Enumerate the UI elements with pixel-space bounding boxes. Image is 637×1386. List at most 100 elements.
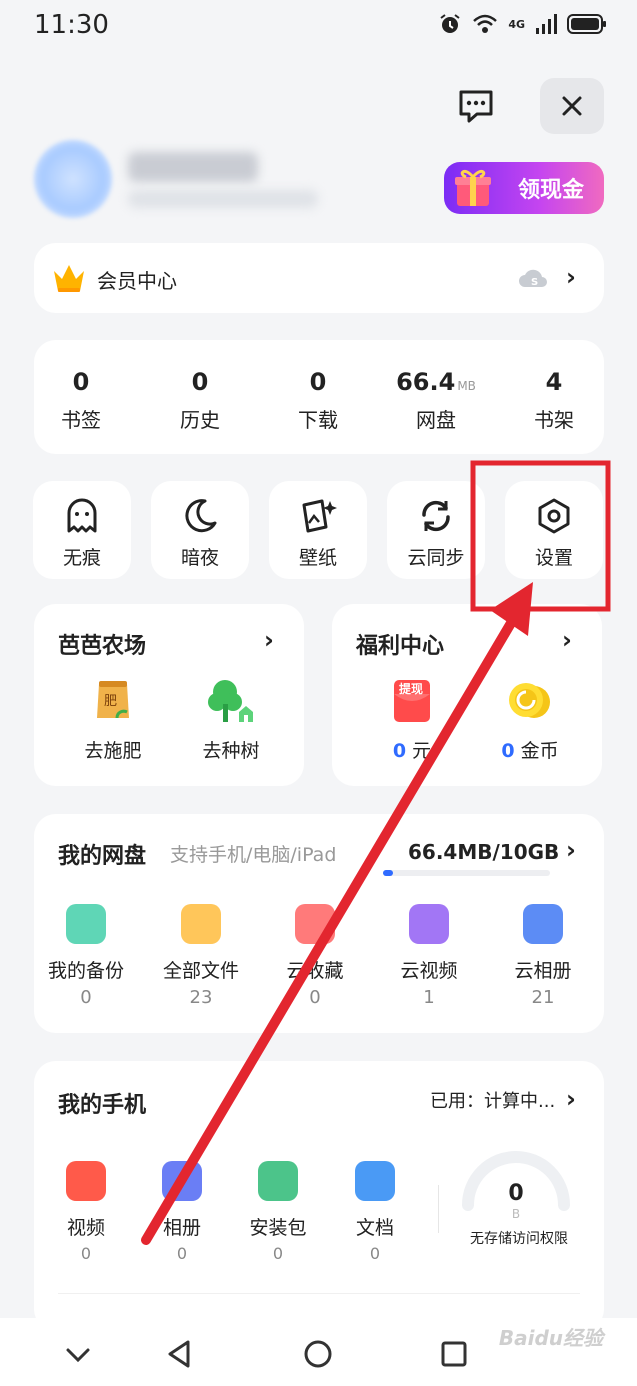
stat-downloads[interactable]: 0 下载 (268, 368, 368, 433)
username-blurred[interactable] (128, 152, 258, 182)
chat-bubble-icon (459, 90, 493, 123)
cloud-drive-usage-fill (383, 870, 394, 876)
welfare-title: 福利中心 (356, 634, 445, 659)
android-package-icon (258, 1161, 298, 1201)
welfare-coins[interactable]: 0 金币 (480, 678, 580, 763)
back-triangle-icon[interactable] (162, 1336, 198, 1372)
phone-item-album[interactable]: 相册 0 (132, 1161, 232, 1263)
farm-card[interactable]: 芭芭农场 › 肥 去施肥 去种树 (34, 604, 304, 786)
my-phone-card[interactable]: 我的手机 已用：计算中... › 视频 0 相册 0 安装包 0 文档 0 0 … (34, 1061, 604, 1331)
farm-item-label: 去种树 (202, 740, 260, 762)
tool-night-mode[interactable]: 暗夜 (151, 481, 249, 579)
cloud-item-video[interactable]: 云视频 1 (379, 904, 479, 1008)
stat-value: 66.4 (396, 368, 456, 396)
ghost-icon (67, 498, 97, 533)
cloud-item-favorites[interactable]: 云收藏 0 (265, 904, 365, 1008)
phone-item-label: 相册 (162, 1217, 201, 1239)
tool-settings[interactable]: 设置 (505, 481, 603, 579)
wallpaper-icon (302, 499, 337, 533)
stat-history[interactable]: 0 历史 (150, 368, 250, 433)
settings-hexagon-icon (538, 498, 570, 534)
cloud-item-all-files[interactable]: 全部文件 23 (151, 904, 251, 1008)
welfare-value: 0 (501, 740, 515, 762)
phone-divider (438, 1185, 439, 1233)
avatar[interactable] (34, 140, 112, 218)
crown-icon (54, 265, 84, 292)
system-navigation-bar: Baidu经验 (0, 1318, 637, 1386)
my-phone-used: 已用：计算中... (430, 1091, 556, 1112)
cloud-item-backup[interactable]: 我的备份 0 (36, 904, 136, 1008)
close-button[interactable] (540, 78, 604, 134)
sync-icon (422, 500, 450, 532)
vip-center-label: 会员中心 (97, 269, 177, 293)
farm-title: 芭芭农场 (58, 634, 147, 659)
cloud-item-count: 23 (189, 987, 213, 1008)
battery-icon (567, 14, 606, 34)
phone-item-count: 0 (176, 1244, 188, 1263)
red-envelope-text: 提现 (399, 681, 423, 696)
phone-item-video[interactable]: 视频 0 (36, 1161, 136, 1263)
status-time: 11:30 (34, 10, 109, 40)
farm-plant-tree[interactable]: 去种树 (181, 678, 281, 763)
cloud-item-album[interactable]: 云相册 21 (493, 904, 593, 1008)
welfare-value: 0 (392, 740, 407, 762)
cloud-item-label: 我的备份 (47, 960, 124, 982)
fertilizer-bag-text: 肥 (104, 694, 117, 709)
home-circle-icon[interactable] (300, 1336, 336, 1372)
phone-bottom-divider (58, 1293, 580, 1294)
farm-fertilize[interactable]: 肥 去施肥 (63, 678, 163, 763)
recents-square-icon[interactable] (436, 1336, 472, 1372)
stat-label: 书架 (534, 408, 574, 432)
phone-item-label: 视频 (66, 1217, 105, 1239)
farm-chevron-icon: › (264, 626, 274, 654)
message-button[interactable] (444, 78, 508, 134)
stat-cloud-drive[interactable]: 66.4 MB 网盘 (386, 368, 486, 433)
vip-center-row[interactable]: 会员中心 S › (34, 243, 604, 313)
cloud-favorite-icon (295, 904, 335, 944)
phone-item-label: 文档 (355, 1217, 394, 1239)
welfare-cash[interactable]: 提现 0 元 (362, 678, 462, 763)
stat-bookshelf[interactable]: 4 书架 (504, 368, 604, 433)
cash-reward-label: 领现金 (517, 178, 584, 203)
tree-icon (208, 680, 253, 722)
tool-label: 无痕 (62, 547, 101, 569)
status-bar: 11:30 4G (0, 0, 637, 52)
status-icons: 4G (438, 12, 607, 36)
stat-label: 下载 (298, 408, 338, 432)
backup-icon (66, 904, 106, 944)
alarm-icon (440, 14, 460, 33)
cloud-album-icon (523, 904, 563, 944)
phone-item-label: 安装包 (249, 1217, 307, 1239)
close-icon (562, 96, 582, 116)
video-icon (66, 1161, 106, 1201)
stat-bookmarks[interactable]: 0 书签 (31, 368, 131, 433)
tool-wallpaper[interactable]: 壁纸 (269, 481, 367, 579)
phone-item-count: 0 (80, 1244, 92, 1263)
stat-value: 0 (191, 368, 209, 396)
cash-reward-button[interactable]: 领现金 (444, 162, 604, 214)
fertilizer-bag-icon: 肥 (97, 681, 129, 719)
welfare-card[interactable]: 福利中心 › 提现 0 元 0 金币 (332, 604, 602, 786)
phone-item-count: 0 (272, 1244, 284, 1263)
my-phone-title: 我的手机 (58, 1093, 147, 1118)
tool-cloud-sync[interactable]: 云同步 (387, 481, 485, 579)
phone-item-apk[interactable]: 安装包 0 (228, 1161, 328, 1263)
cloud-drive-usage-bar (383, 870, 550, 876)
cloud-item-label: 云视频 (400, 960, 458, 982)
cloud-drive-card[interactable]: 我的网盘 支持手机/电脑/iPad 66.4MB/10GB › 我的备份 0 全… (34, 814, 604, 1033)
stats-card: 0 书签 0 历史 0 下载 66.4 MB 网盘 4 书架 (34, 340, 604, 454)
cloud-item-count: 0 (80, 987, 92, 1008)
stat-label: 历史 (180, 408, 220, 432)
tool-incognito[interactable]: 无痕 (33, 481, 131, 579)
tool-label: 壁纸 (298, 547, 337, 569)
cloud-drive-title: 我的网盘 (58, 844, 147, 869)
stat-unit: MB (457, 379, 476, 393)
chevron-down-icon[interactable] (60, 1336, 96, 1372)
cloud-item-label: 云相册 (514, 960, 572, 982)
vip-cloud-badge-icon: S (519, 269, 547, 288)
stat-value: 0 (309, 368, 327, 396)
phone-item-docs[interactable]: 文档 0 (325, 1161, 425, 1263)
cloud-item-count: 1 (423, 987, 435, 1008)
welfare-unit: 金币 (520, 740, 559, 762)
vip-chevron-icon: › (566, 263, 576, 291)
